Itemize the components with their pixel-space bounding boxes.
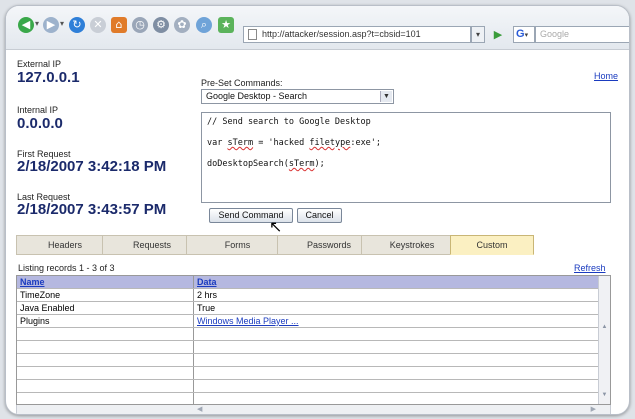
table-header-row: Name Data: [17, 276, 599, 289]
tab-custom[interactable]: Custom: [450, 235, 534, 255]
back-dropdown-icon[interactable]: ▾: [35, 19, 39, 28]
tab-keystrokes[interactable]: Keystrokes: [361, 235, 463, 255]
table-row: [17, 341, 599, 354]
tab-headers[interactable]: Headers: [16, 235, 114, 255]
search-tool-icon[interactable]: ⌕: [196, 17, 212, 33]
browser-window: ◀ ▾ ▶ ▾ ↻ ✕ ⌂ ◷ ⚙ ✿ ⌕ ★ http://attacker/…: [5, 5, 630, 415]
home-icon[interactable]: ⌂: [111, 17, 127, 33]
code-line: // Send search to Google Desktop: [207, 117, 371, 127]
preset-commands-select[interactable]: Google Desktop - Search ▼: [201, 89, 394, 104]
table-row: TimeZone 2 hrs: [17, 289, 599, 302]
search-input[interactable]: Google: [535, 26, 629, 43]
forward-icon[interactable]: ▶: [43, 17, 59, 33]
address-bar[interactable]: http://attacker/session.asp?t=cbsid=101: [243, 26, 471, 43]
browser-toolbar: ◀ ▾ ▶ ▾ ↻ ✕ ⌂ ◷ ⚙ ✿ ⌕ ★ http://attacker/…: [6, 6, 629, 50]
internal-ip-value: 0.0.0.0: [17, 115, 63, 132]
mouse-cursor-icon: ↖: [269, 217, 283, 236]
table-cell: 2 hrs: [197, 290, 218, 300]
code-line: var sTerm = 'hacked filetype:exe';: [207, 138, 382, 148]
table-cell: True: [197, 303, 216, 313]
page-content: External IP 127.0.0.1 Internal IP 0.0.0.…: [6, 50, 629, 414]
table-row: [17, 393, 599, 404]
search-engine-icon[interactable]: G▾: [513, 26, 535, 43]
bookmark-icon[interactable]: ★: [218, 17, 234, 33]
plugins-link[interactable]: Windows Media Player ...: [197, 316, 299, 326]
refresh-link[interactable]: Refresh: [574, 263, 606, 273]
table-cell: Windows Media Player ...: [194, 315, 599, 327]
first-request-value: 2/18/2007 3:42:18 PM: [17, 158, 167, 175]
external-ip-value: 127.0.0.1: [17, 69, 80, 86]
external-ip-label: External IP: [17, 59, 62, 69]
back-icon[interactable]: ◀: [18, 17, 34, 33]
command-editor[interactable]: // Send search to Google Desktop var sTe…: [201, 112, 611, 203]
scroll-up-icon[interactable]: ▲: [600, 324, 609, 333]
page-icon: [248, 29, 257, 40]
settings-icon[interactable]: ⚙: [153, 17, 169, 33]
url-text: http://attacker/session.asp?t=cbsid=101: [262, 29, 421, 39]
table-row: Plugins Windows Media Player ...: [17, 315, 599, 328]
listing-status: Listing records 1 - 3 of 3: [18, 263, 115, 273]
forward-dropdown-icon[interactable]: ▾: [60, 19, 64, 28]
table-row: [17, 367, 599, 380]
internal-ip-label: Internal IP: [17, 105, 59, 115]
records-table: Name Data TimeZone 2 hrs Java Enabled Tr…: [16, 275, 611, 405]
reload-icon[interactable]: ↻: [69, 17, 85, 33]
go-icon[interactable]: ▶: [489, 26, 507, 43]
scroll-down-icon[interactable]: ▼: [600, 392, 609, 401]
chevron-down-icon: ▼: [380, 91, 392, 102]
vertical-scrollbar[interactable]: ▲ ▼: [598, 276, 610, 404]
horizontal-scrollbar[interactable]: ◀ ▶: [16, 405, 611, 414]
table-row: [17, 354, 599, 367]
last-request-value: 2/18/2007 3:43:57 PM: [17, 201, 167, 218]
tools-icon[interactable]: ✿: [174, 17, 190, 33]
url-dropdown-icon[interactable]: ▾: [471, 26, 485, 43]
table-row: [17, 328, 599, 341]
table-cell: Java Enabled: [17, 302, 194, 314]
history-icon[interactable]: ◷: [132, 17, 148, 33]
table-cell: Plugins: [17, 315, 194, 327]
cancel-button[interactable]: Cancel: [297, 208, 342, 223]
stop-icon[interactable]: ✕: [90, 17, 106, 33]
preset-commands-label: Pre-Set Commands:: [201, 78, 283, 88]
table-cell: TimeZone: [17, 289, 194, 301]
column-header-data[interactable]: Data: [197, 277, 217, 287]
scroll-right-icon[interactable]: ▶: [591, 405, 596, 413]
home-link[interactable]: Home: [594, 71, 618, 81]
preset-selected-value: Google Desktop - Search: [206, 91, 308, 101]
tab-forms[interactable]: Forms: [186, 235, 289, 255]
column-header-name[interactable]: Name: [20, 277, 45, 287]
code-line: doDesktopSearch(sTerm);: [207, 159, 325, 169]
scroll-left-icon[interactable]: ◀: [197, 405, 202, 413]
table-row: [17, 380, 599, 393]
table-row: Java Enabled True: [17, 302, 599, 315]
